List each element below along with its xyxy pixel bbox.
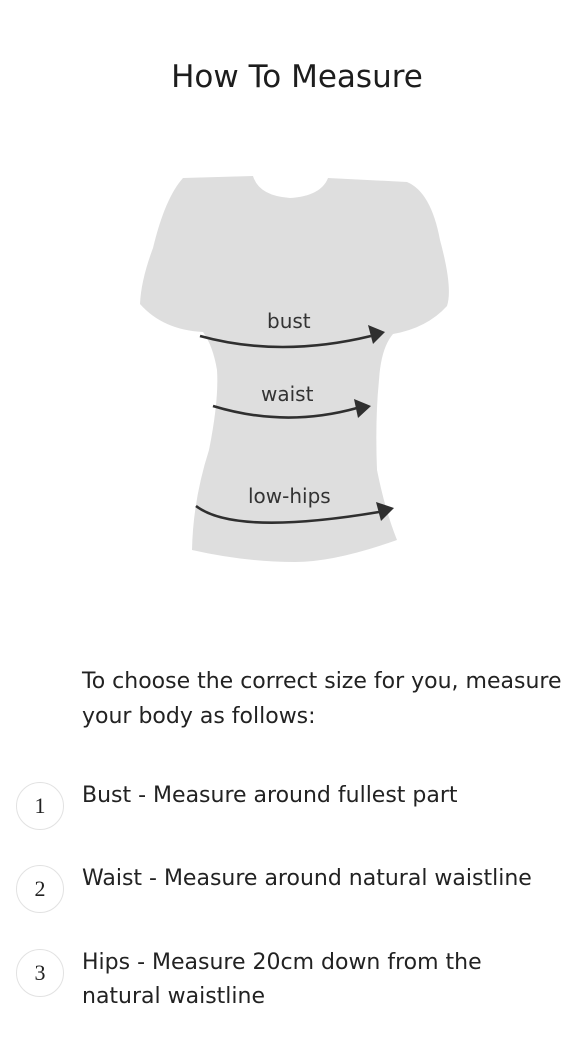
low-hips-label: low-hips [248, 484, 331, 508]
waist-label: waist [261, 382, 314, 406]
bust-label: bust [267, 309, 311, 333]
step-text: Hips - Measure 20cm down from the natura… [82, 950, 482, 1009]
step-number-badge: 3 [16, 949, 64, 997]
step-number-badge: 2 [16, 865, 64, 913]
tshirt-measurement-illustration: bust waist low-hips [135, 170, 455, 570]
intro-text: To choose the correct size for you, meas… [82, 669, 562, 729]
page-title: How To Measure [171, 58, 423, 95]
step-number-badge: 1 [16, 782, 64, 830]
step-text: Waist - Measure around natural waistline [82, 866, 532, 891]
step-text: Bust - Measure around fullest part [82, 783, 458, 808]
